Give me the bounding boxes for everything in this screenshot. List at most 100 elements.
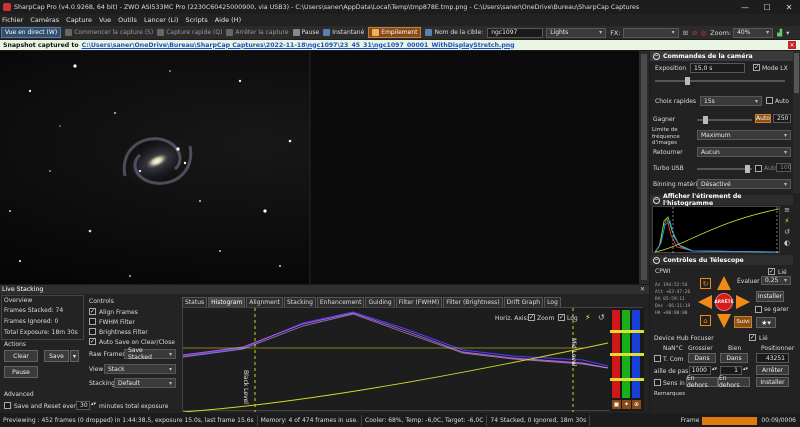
- pause-button[interactable]: Pause: [292, 29, 319, 36]
- no-entry-icon[interactable]: ⊘: [692, 29, 697, 37]
- fwhm-filter-checkbox[interactable]: [89, 318, 96, 325]
- focuser-stop-button[interactable]: Arrêter: [756, 365, 789, 375]
- tab-drift-graph[interactable]: Drift Graph: [503, 297, 544, 307]
- menu-lancer[interactable]: Lancer (Li): [144, 16, 179, 24]
- reset-icon[interactable]: ⊕: [632, 400, 641, 409]
- scrollbar-thumb[interactable]: [641, 54, 647, 280]
- reverse-direction-checkbox[interactable]: [654, 379, 661, 386]
- flip-select[interactable]: Aucun: [697, 147, 791, 157]
- level-marker-1[interactable]: [610, 330, 644, 333]
- histogram-stretch-header[interactable]: − Afficher l'étirement de l'histogramme: [650, 193, 793, 207]
- level-marker-3[interactable]: [610, 378, 644, 381]
- coarse-step-spinner[interactable]: ▴▾: [712, 366, 717, 372]
- down-arrow-icon[interactable]: [717, 314, 731, 328]
- gain-input[interactable]: 250: [773, 114, 791, 123]
- menu-aide[interactable]: Aide (H): [215, 16, 241, 24]
- log-checkbox[interactable]: ✓: [558, 314, 565, 321]
- close-window-button[interactable]: ✕: [778, 0, 800, 14]
- clear-button[interactable]: Clear: [4, 350, 38, 362]
- right-arrow-icon[interactable]: [736, 295, 750, 309]
- camera-preview[interactable]: [0, 51, 649, 284]
- frame-type-select[interactable]: Lights: [546, 27, 607, 38]
- menu-scripts[interactable]: Scripts: [185, 16, 207, 24]
- align-frames-checkbox[interactable]: ✓: [89, 308, 96, 315]
- snapshot-button[interactable]: Instantané: [323, 29, 364, 36]
- bandwidth-select[interactable]: Maximum: [697, 130, 791, 140]
- save-reset-spinner[interactable]: ▴▾: [91, 401, 96, 407]
- telescope-header[interactable]: − Contrôles du Télescope: [650, 255, 793, 265]
- tracking-button[interactable]: Suivi: [734, 316, 752, 328]
- brightness-filter-checkbox[interactable]: [89, 328, 96, 335]
- collapse-icon[interactable]: −: [653, 256, 660, 264]
- tab-stacking[interactable]: Stacking: [284, 297, 316, 307]
- telescope-install-button[interactable]: Installer: [756, 291, 784, 302]
- live-view-button[interactable]: Vue en direct (W): [1, 27, 62, 38]
- histogram-settings-icon[interactable]: ≡: [784, 206, 790, 214]
- fine-step-input[interactable]: 1: [720, 366, 742, 375]
- left-arrow-icon[interactable]: [698, 295, 712, 309]
- histogram-reset-icon[interactable]: ↺: [784, 228, 790, 236]
- zoom-checkbox[interactable]: ✓: [528, 314, 535, 321]
- pause-stack-button[interactable]: Pause: [4, 366, 38, 378]
- histogram-contrast-icon[interactable]: ◐: [784, 239, 790, 247]
- exposure-input[interactable]: 15,0 s: [690, 63, 745, 73]
- fine-in-button[interactable]: Dans: [720, 353, 748, 363]
- sync-icon[interactable]: ✦: [622, 400, 631, 409]
- telescope-lie-checkbox[interactable]: ✓: [768, 268, 775, 275]
- tab-filter-brightness[interactable]: Filter (Brightness): [443, 297, 503, 307]
- auto-save-checkbox[interactable]: ✓: [89, 338, 96, 345]
- rgb-level-sliders[interactable]: ▣ ✦ ⊕: [610, 308, 644, 411]
- tcomp-checkbox[interactable]: [654, 355, 661, 362]
- raw-frames-select[interactable]: Save Stacked: [124, 347, 176, 361]
- save-reset-checkbox[interactable]: [4, 402, 11, 409]
- live-stacking-close-icon[interactable]: ✕: [640, 286, 645, 293]
- collapse-icon[interactable]: −: [653, 52, 660, 60]
- maximize-button[interactable]: ☐: [756, 0, 778, 14]
- tab-histogram[interactable]: Histogram: [208, 297, 246, 307]
- right-scrollbar-thumb[interactable]: [794, 53, 799, 93]
- fx-select[interactable]: [622, 27, 679, 38]
- exposure-slider[interactable]: [655, 77, 785, 85]
- display-stretch-icon[interactable]: ▾: [786, 29, 789, 37]
- focus-target-icon[interactable]: ◎: [700, 29, 706, 37]
- focuser-lie-checkbox[interactable]: ✓: [749, 334, 756, 341]
- quick-capture-button[interactable]: Capture rapide (Q): [157, 29, 222, 36]
- fine-out-button[interactable]: En dehors: [718, 375, 750, 389]
- reticle-icon[interactable]: ⊞: [683, 29, 688, 37]
- fine-step-spinner[interactable]: ▴▾: [743, 366, 748, 372]
- target-name-input[interactable]: ngc1097: [487, 27, 544, 38]
- right-scrollbar[interactable]: [793, 51, 800, 193]
- turbo-usb-slider-thumb[interactable]: [745, 165, 750, 173]
- camera-controls-header[interactable]: − Commandes de la caméra: [650, 51, 793, 61]
- menu-capture[interactable]: Capture: [66, 16, 92, 24]
- coarse-out-button[interactable]: En dehors: [686, 375, 718, 389]
- turbo-auto-checkbox[interactable]: [755, 165, 762, 172]
- menu-outils[interactable]: Outils: [118, 16, 137, 24]
- focuser-install-button[interactable]: Installer: [756, 377, 789, 387]
- focuser-position-input[interactable]: 43251: [756, 353, 789, 363]
- save-reset-input[interactable]: 30: [76, 401, 90, 410]
- park-checkbox[interactable]: [755, 306, 762, 313]
- histogram-bolt-icon[interactable]: ⚡: [785, 217, 790, 225]
- up-arrow-icon[interactable]: [717, 276, 731, 290]
- tab-filter-fwhm[interactable]: Filter (FWHM): [395, 297, 443, 307]
- zoom-select[interactable]: 40%: [733, 27, 774, 38]
- stacking-select[interactable]: Default: [114, 378, 176, 388]
- coarse-step-input[interactable]: 1000: [689, 366, 711, 375]
- snapshot-link[interactable]: C:\Users\saner\OneDrive\Bureau\SharpCap …: [82, 42, 515, 49]
- gain-slider-thumb[interactable]: [703, 116, 708, 124]
- binning-select[interactable]: Désactivé: [697, 179, 791, 189]
- start-capture-button[interactable]: Commencer la capture (S): [65, 29, 153, 36]
- tab-status[interactable]: Status: [182, 297, 208, 307]
- lock-icon[interactable]: ▣: [612, 400, 621, 409]
- view-select[interactable]: Stack: [104, 364, 176, 374]
- preview-scrollbar[interactable]: [639, 51, 649, 284]
- menu-fichier[interactable]: Fichier: [2, 16, 23, 24]
- stop-mount-button[interactable]: ARRÊTE: [714, 293, 734, 311]
- menu-vue[interactable]: Vue: [99, 16, 111, 24]
- exposure-slider-thumb[interactable]: [685, 77, 690, 85]
- save-dropdown-button[interactable]: ▾: [70, 350, 79, 362]
- collapse-icon[interactable]: −: [653, 196, 660, 204]
- mini-histogram[interactable]: [652, 206, 780, 254]
- tab-log[interactable]: Log: [544, 297, 561, 307]
